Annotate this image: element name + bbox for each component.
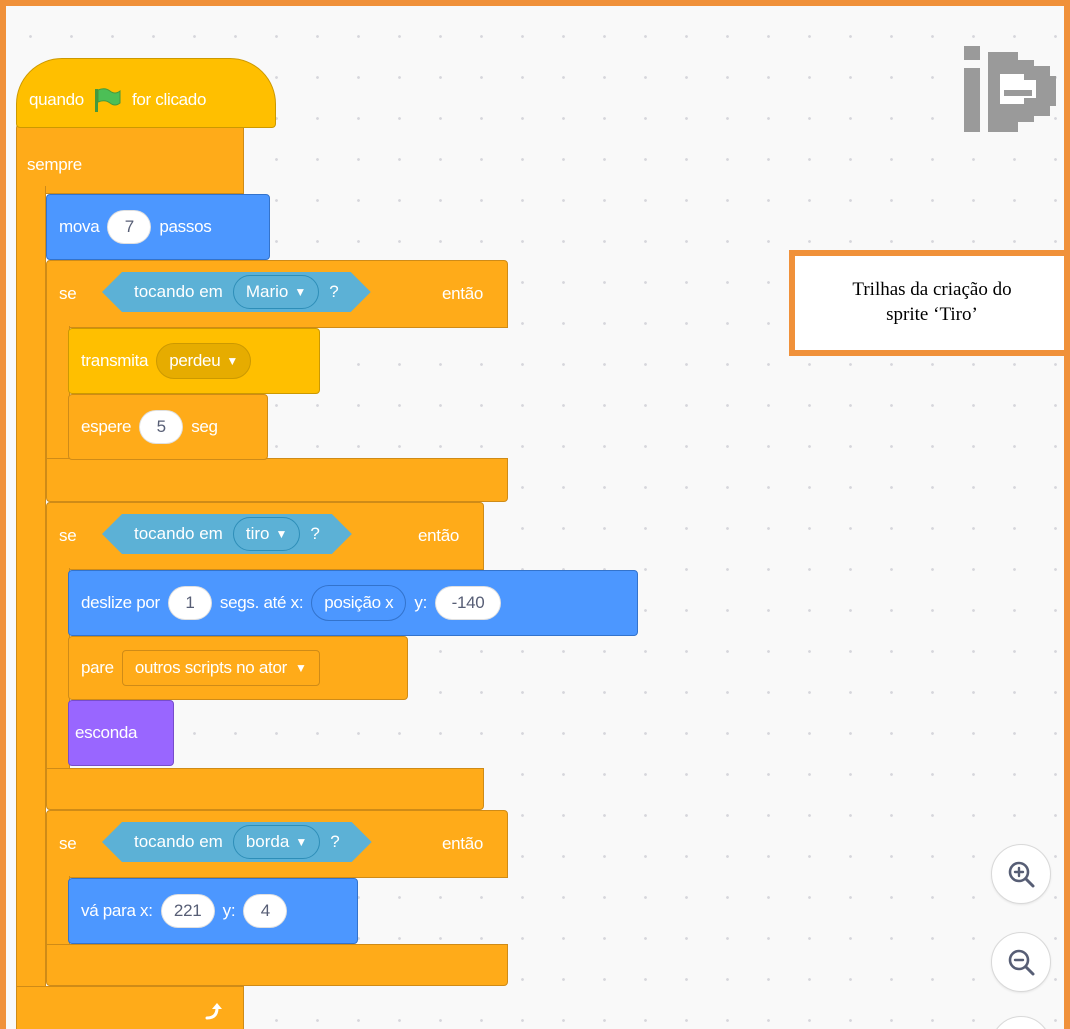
for-clicked-label: for clicado — [131, 90, 207, 109]
when-label: quando — [29, 90, 84, 109]
glide-y-label: y: — [414, 593, 428, 612]
touching-label: tocando em — [134, 832, 223, 851]
zoom-in-icon — [1008, 861, 1035, 888]
question-mark: ? — [329, 282, 339, 301]
question-mark: ? — [310, 524, 320, 543]
move-steps-block[interactable]: mova 7 passos — [46, 194, 270, 260]
glide-y-input[interactable]: -140 — [435, 586, 502, 620]
x-position-reporter[interactable]: posição x — [311, 585, 407, 621]
when-flag-clicked-hat-block[interactable]: quando for clicado — [16, 58, 276, 128]
stop-block[interactable]: pare outros scripts no ator ▼ — [68, 636, 408, 700]
annotation-callout: Trilhas da criação do sprite ‘Tiro’ — [789, 250, 1064, 356]
callout-line-2: sprite ‘Tiro’ — [886, 304, 978, 325]
glide-label: deslize por — [81, 593, 160, 612]
wait-block[interactable]: espere 5 seg — [68, 394, 268, 460]
target-tiro: tiro — [245, 524, 270, 543]
dropdown-arrow-icon: ▼ — [275, 527, 288, 541]
touching-tiro-condition[interactable]: tocando em tiro ▼ ? — [102, 514, 352, 554]
broadcast-block[interactable]: transmita perdeu ▼ — [68, 328, 320, 394]
dropdown-arrow-icon: ▼ — [294, 285, 307, 299]
dropdown-arrow-icon: ▼ — [226, 354, 238, 368]
move-label: mova — [59, 217, 100, 236]
zoom-reset-button[interactable] — [991, 1016, 1051, 1029]
then-label: então — [418, 526, 460, 545]
touching-target-dropdown[interactable]: tiro ▼ — [233, 517, 301, 551]
stop-option-dropdown[interactable]: outros scripts no ator ▼ — [121, 650, 320, 686]
target-edge: borda — [245, 832, 290, 851]
code-area[interactable]: sempre quando for clicado mova 7 passos … — [0, 0, 1070, 1029]
loop-arrow-icon — [205, 1002, 222, 1019]
wait-label: espere — [81, 417, 132, 436]
touching-label: tocando em — [134, 524, 223, 543]
if-label: se — [59, 284, 77, 303]
seconds-unit: seg — [191, 417, 218, 436]
glide-seconds-input[interactable]: 1 — [167, 586, 212, 620]
stop-option-value: outros scripts no ator — [134, 658, 287, 677]
hide-block[interactable]: esconda — [68, 700, 174, 766]
zoom-in-button[interactable] — [991, 844, 1051, 904]
broadcast-label: transmita — [81, 351, 149, 370]
touching-target-dropdown[interactable]: Mario ▼ — [233, 275, 319, 309]
zoom-out-button[interactable] — [991, 932, 1051, 992]
sprite-thumbnail-icon — [964, 46, 1056, 132]
then-label: então — [442, 834, 484, 853]
then-label: então — [442, 284, 484, 303]
if-label: se — [59, 834, 77, 853]
zoom-out-icon — [1008, 949, 1035, 976]
forever-label: sempre — [27, 155, 82, 174]
dropdown-arrow-icon: ▼ — [295, 835, 308, 849]
question-mark: ? — [330, 832, 340, 851]
touching-target-dropdown[interactable]: borda ▼ — [233, 825, 320, 859]
wait-seconds-input[interactable]: 5 — [139, 410, 184, 444]
steps-input[interactable]: 7 — [107, 210, 152, 244]
callout-line-1: Trilhas da criação do — [852, 279, 1012, 301]
target-mario: Mario — [245, 282, 289, 301]
stop-label: pare — [81, 658, 114, 677]
message-dropdown[interactable]: perdeu ▼ — [156, 343, 251, 379]
glide-to-x-label: segs. até x: — [219, 593, 304, 612]
dropdown-arrow-icon: ▼ — [294, 661, 307, 675]
touching-label: tocando em — [134, 282, 223, 301]
glide-block[interactable]: deslize por 1 segs. até x: posição x y: … — [68, 570, 638, 636]
hide-label: esconda — [75, 723, 138, 742]
message-value: perdeu — [169, 351, 221, 370]
go-to-xy-block[interactable]: vá para x: 221 y: 4 — [68, 878, 358, 944]
go-to-x-input[interactable]: 221 — [160, 894, 215, 928]
go-to-x-label: vá para x: — [81, 901, 153, 920]
if-label: se — [59, 526, 77, 545]
steps-label: passos — [159, 217, 212, 236]
touching-mario-condition[interactable]: tocando em Mario ▼ ? — [102, 272, 371, 312]
touching-edge-condition[interactable]: tocando em borda ▼ ? — [102, 822, 372, 862]
green-flag-icon — [94, 88, 121, 112]
go-to-y-input[interactable]: 4 — [243, 894, 288, 928]
go-to-y-label: y: — [222, 901, 236, 920]
